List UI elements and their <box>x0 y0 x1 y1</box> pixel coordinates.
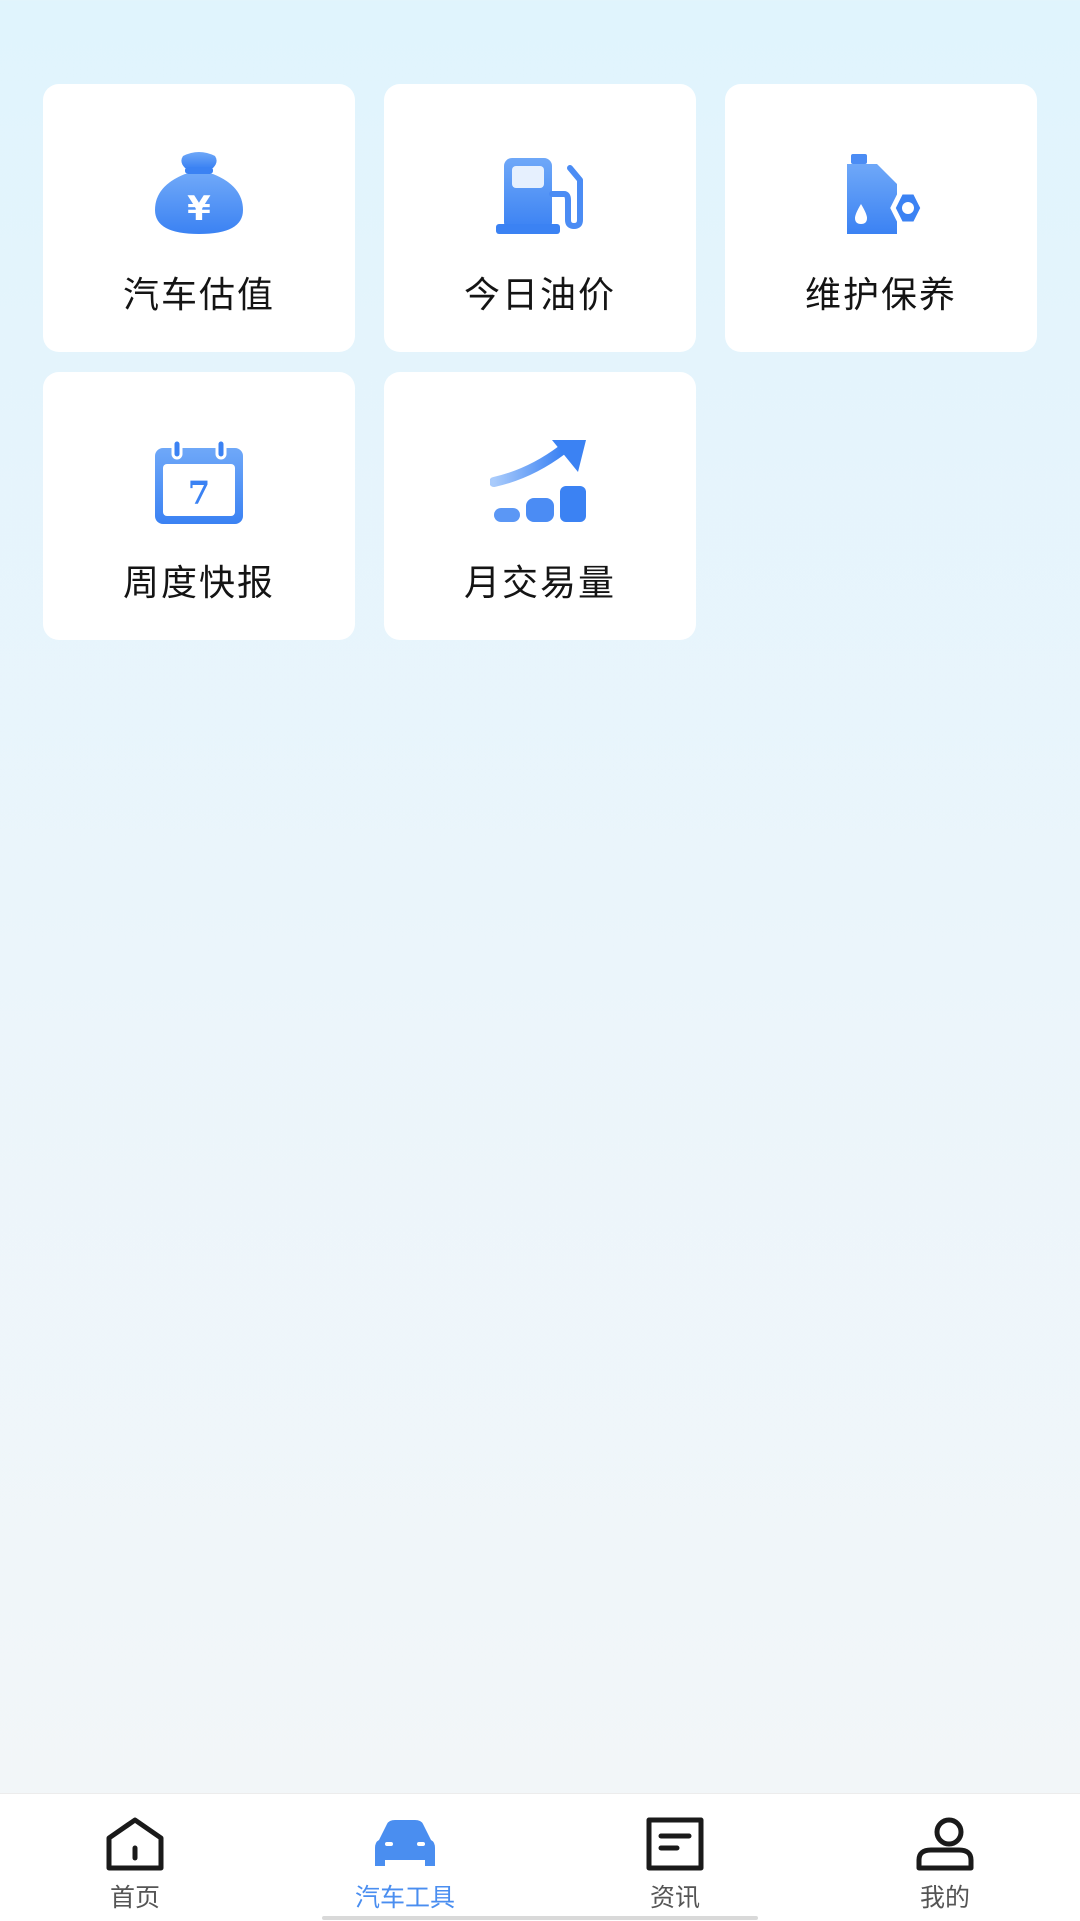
svg-text:7: 7 <box>188 474 210 512</box>
tab-label: 汽车工具 <box>354 1883 455 1912</box>
tab-label: 资讯 <box>649 1883 700 1912</box>
money-bag-icon: ¥ <box>149 150 249 240</box>
tool-label: 月交易量 <box>463 563 616 604</box>
tab-profile[interactable]: 我的 <box>810 1794 1080 1921</box>
tool-card-monthly-volume[interactable]: 月交易量 <box>384 372 696 640</box>
tool-card-fuel-price[interactable]: 今日油价 <box>384 84 696 352</box>
calendar-icon: 7 <box>149 438 249 528</box>
tab-news[interactable]: 资讯 <box>540 1794 810 1921</box>
tool-label: 维护保养 <box>804 275 957 316</box>
tool-card-car-valuation[interactable]: ¥ 汽车估值 <box>43 84 355 352</box>
home-icon <box>99 1814 171 1874</box>
tool-card-maintenance[interactable]: 维护保养 <box>725 84 1037 352</box>
svg-text:¥: ¥ <box>187 189 211 229</box>
fuel-pump-icon <box>490 150 590 240</box>
tab-label: 我的 <box>919 1883 970 1912</box>
growth-chart-icon <box>490 438 590 528</box>
tab-home[interactable]: 首页 <box>0 1794 270 1921</box>
tool-label: 汽车估值 <box>122 275 275 316</box>
tool-label: 周度快报 <box>122 563 275 604</box>
tool-label: 今日油价 <box>463 275 616 316</box>
oil-maintenance-icon <box>831 150 931 240</box>
profile-icon <box>909 1814 981 1874</box>
car-icon <box>369 1814 441 1874</box>
tool-card-weekly-report[interactable]: 7 周度快报 <box>43 372 355 640</box>
tab-car-tools[interactable]: 汽车工具 <box>270 1794 540 1921</box>
bottom-tab-bar: 首页 汽车工具 资讯 我的 <box>0 1793 1080 1921</box>
home-indicator <box>322 1916 758 1920</box>
news-icon <box>639 1814 711 1874</box>
tab-label: 首页 <box>109 1883 160 1912</box>
